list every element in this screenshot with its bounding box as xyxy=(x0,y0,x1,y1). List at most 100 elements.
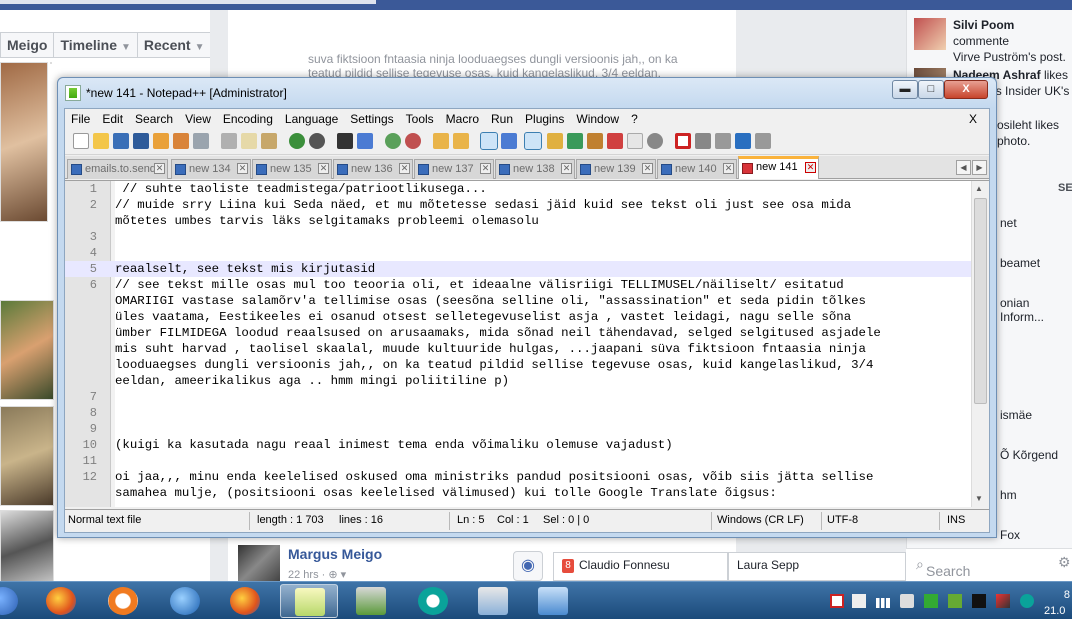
monitor-tray-icon[interactable] xyxy=(972,594,986,608)
editor-line[interactable]: 3 xyxy=(65,229,971,245)
menu-plugins[interactable]: Plugins xyxy=(519,109,570,129)
menu-file[interactable]: File xyxy=(65,109,96,129)
editor-line[interactable]: 12 oi jaa,,, minu enda keelelised oskused… xyxy=(65,469,971,485)
save-macro-icon[interactable] xyxy=(755,133,771,149)
eset-tray-icon[interactable] xyxy=(1020,594,1034,608)
signal-bars-icon[interactable] xyxy=(876,598,890,608)
menu-language[interactable]: Language xyxy=(279,109,344,129)
tab-close-icon[interactable]: ✕ xyxy=(154,163,165,174)
action-center-icon[interactable] xyxy=(830,594,844,608)
chat-contact[interactable]: Fox xyxy=(1000,528,1020,542)
volume-icon[interactable] xyxy=(900,594,914,608)
editor-line[interactable]: OMARIIGI vastase salamõrv'a tellimise os… xyxy=(65,293,971,309)
editor-line[interactable]: 4 xyxy=(65,245,971,261)
document-tab[interactable]: new 138 ✕ xyxy=(495,159,575,179)
profile-photo[interactable] xyxy=(0,62,48,222)
close-button[interactable]: X xyxy=(944,80,988,99)
new-file-icon[interactable] xyxy=(73,133,89,149)
editor-line[interactable]: üles vaatama, Eestikeeles ei osanud otse… xyxy=(65,309,971,325)
scroll-down-arrow[interactable]: ▼ xyxy=(975,494,983,503)
chat-tab[interactable]: 8 Claudio Fonnesu xyxy=(553,552,728,581)
language-icon[interactable] xyxy=(547,133,563,149)
tab-close-icon[interactable]: ✕ xyxy=(480,163,491,174)
avatar[interactable] xyxy=(914,18,946,50)
menu-window[interactable]: Window xyxy=(570,109,625,129)
tab-close-icon[interactable]: ✕ xyxy=(642,163,653,174)
undo-icon[interactable] xyxy=(289,133,305,149)
editor-line[interactable]: looduaegses dungli versioonis jah,, on k… xyxy=(65,357,971,373)
save-all-icon[interactable] xyxy=(133,133,149,149)
chat-contact[interactable]: hm xyxy=(1000,488,1017,502)
editor-line[interactable]: mõtetes umbes tarvis läks selgitamaks pr… xyxy=(65,213,971,229)
editor-line[interactable]: eeldan, ameerikalikus aga .. hmm mingi p… xyxy=(65,373,971,389)
function-list-icon[interactable] xyxy=(587,133,603,149)
chat-search[interactable]: ⌕ Search ⚙ xyxy=(906,548,1072,581)
tab-close-icon[interactable]: ✕ xyxy=(805,162,816,173)
open-file-icon[interactable] xyxy=(93,133,109,149)
redo-icon[interactable] xyxy=(309,133,325,149)
firefox-icon[interactable] xyxy=(216,584,274,618)
close-all-icon[interactable] xyxy=(173,133,189,149)
firefox-icon[interactable] xyxy=(32,584,90,618)
minimize-button[interactable]: ▬ xyxy=(892,80,918,99)
doc-map-icon[interactable] xyxy=(567,133,583,149)
network-tray-icon[interactable] xyxy=(996,594,1010,608)
monitoring-icon[interactable] xyxy=(627,133,643,149)
editor-line[interactable]: 6 // see tekst mille osas mul too teooria… xyxy=(65,277,971,293)
editor-line[interactable]: 2 // muide srry Liina kui Seda näed, et m… xyxy=(65,197,971,213)
editor-line[interactable]: 9 xyxy=(65,421,971,437)
avast-icon[interactable] xyxy=(94,584,152,618)
firefox-icon[interactable] xyxy=(0,584,32,618)
calculator-icon[interactable] xyxy=(464,584,522,618)
copy-icon[interactable] xyxy=(241,133,257,149)
document-tab[interactable]: new 140 ✕ xyxy=(657,159,737,179)
chat-contact[interactable]: beamet xyxy=(1000,256,1040,270)
menu-search[interactable]: Search xyxy=(129,109,179,129)
ticker-item[interactable]: osileht likes photo. xyxy=(997,117,1059,149)
nvidia-tray-icon[interactable] xyxy=(948,594,962,608)
tab-scroll-left-button[interactable]: ◀ xyxy=(956,160,971,175)
menu-tools[interactable]: Tools xyxy=(400,109,440,129)
network-share-icon[interactable] xyxy=(852,594,866,608)
close-document-button[interactable]: X xyxy=(963,109,983,129)
eset-icon[interactable] xyxy=(404,584,462,618)
menu-macro[interactable]: Macro xyxy=(440,109,485,129)
menu-run[interactable]: Run xyxy=(485,109,519,129)
zoom-in-icon[interactable] xyxy=(385,133,401,149)
profile-photo[interactable] xyxy=(0,510,54,586)
folder-workspace-icon[interactable] xyxy=(607,133,623,149)
chat-contact[interactable]: Õ Kõrgend xyxy=(1000,448,1058,462)
word-wrap-icon[interactable] xyxy=(480,132,498,150)
document-tab[interactable]: new 135 ✕ xyxy=(252,159,332,179)
post-author-link[interactable]: Margus Meigo xyxy=(288,546,382,562)
document-tab[interactable]: new 134 ✕ xyxy=(171,159,251,179)
play-macro-icon[interactable] xyxy=(715,133,731,149)
stop-macro-icon[interactable] xyxy=(695,133,711,149)
ticker-item[interactable]: Silvi Poom commente Virve Puström's post. xyxy=(953,17,1072,65)
maximize-button[interactable]: □ xyxy=(918,80,944,99)
find-icon[interactable] xyxy=(337,133,353,149)
paste-icon[interactable] xyxy=(261,133,277,149)
picture-viewer-icon[interactable] xyxy=(524,584,582,618)
close-file-icon[interactable] xyxy=(153,133,169,149)
editor-line[interactable]: 1 // suhte taoliste teadmistega/patrioot… xyxy=(65,181,971,197)
tab-close-icon[interactable]: ✕ xyxy=(237,163,248,174)
title-bar[interactable]: *new 141 - Notepad++ [Administrator] ▬ □… xyxy=(58,78,996,108)
editor-line[interactable]: mis suht harvad , taolisel skaalal, muud… xyxy=(65,341,971,357)
editor-line[interactable]: 10 (kuigi ka kasutada nagu reaal inimest … xyxy=(65,437,971,453)
scrollbar-thumb[interactable] xyxy=(974,198,987,404)
editor-line-current[interactable]: 5 reaalselt, see tekst mis kirjutasid xyxy=(65,261,971,277)
editor-line[interactable]: 11 xyxy=(65,453,971,469)
document-tab[interactable]: new 136 ✕ xyxy=(333,159,413,179)
tab-scroll-right-button[interactable]: ▶ xyxy=(972,160,987,175)
text-editor[interactable]: 1 // suhte taoliste teadmistega/patrioot… xyxy=(65,180,989,507)
profile-photo[interactable] xyxy=(0,406,54,506)
tab-recent[interactable]: Recent ▼ xyxy=(138,33,212,57)
scroll-up-arrow[interactable]: ▲ xyxy=(975,184,983,193)
sync-horizontal-icon[interactable] xyxy=(453,133,469,149)
save-icon[interactable] xyxy=(113,133,129,149)
tab-close-icon[interactable]: ✕ xyxy=(561,163,572,174)
vertical-scrollbar[interactable]: ▲ ▼ xyxy=(971,181,989,507)
document-tab-active[interactable]: new 141 ✕ xyxy=(738,156,819,179)
post-timestamp[interactable]: 22 hrs · ⊕ ▾ xyxy=(288,568,346,581)
